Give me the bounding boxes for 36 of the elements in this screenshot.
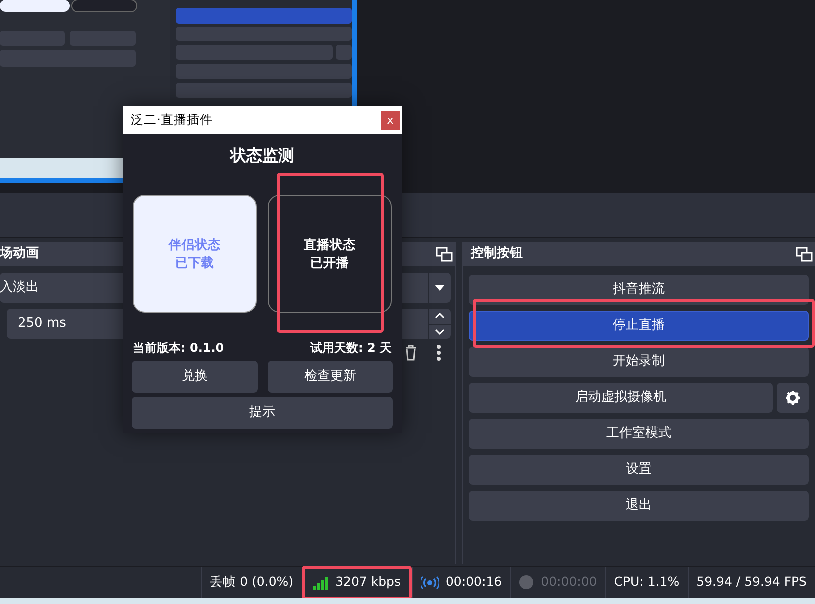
dialog-button[interactable]: 检查更新	[268, 361, 393, 393]
trial-days-text: 试用天数: 2 天	[310, 340, 392, 357]
dialog-title: 泛二·直播插件	[131, 110, 213, 129]
spin-down-icon	[435, 328, 445, 335]
control-button[interactable]: 退出	[469, 491, 809, 521]
signal-bars-icon	[312, 576, 329, 590]
record-dot-icon	[519, 575, 534, 590]
status-text: 已开播	[310, 254, 350, 272]
control-button[interactable]: 抖音推流	[469, 275, 809, 305]
status-text: CPU: 1.1%	[614, 573, 680, 592]
control-button[interactable]: 启动虚拟摄像机	[469, 383, 773, 413]
status-text: 伴侣状态	[169, 236, 221, 254]
dialog-heading: 状态监测	[228, 145, 296, 167]
status-text: 00:00:16	[446, 573, 502, 592]
settings-icon	[786, 391, 800, 405]
status-text: 3207 kbps	[336, 573, 401, 592]
broadcast-icon	[420, 576, 439, 590]
dropdown-arrow-icon	[435, 285, 445, 291]
control-button[interactable]: 停止直播	[469, 311, 809, 341]
dialog-button[interactable]: 兑换	[132, 361, 258, 393]
status-text: 已下载	[176, 254, 214, 272]
more-icon	[437, 345, 441, 361]
settings-button[interactable]	[777, 383, 809, 413]
close-button[interactable]: x	[381, 110, 400, 130]
version-text: 当前版本: 0.1.0	[133, 340, 224, 357]
status-text: 丢帧 0 (0.0%)	[210, 573, 294, 592]
spin-up-icon	[435, 313, 445, 320]
dock-title: 控制按钮	[471, 245, 523, 264]
dialog-button[interactable]: 提示	[132, 397, 393, 429]
control-button[interactable]: 开始录制	[469, 347, 809, 377]
status-text: 59.94 / 59.94 FPS	[696, 573, 807, 592]
status-text: 00:00:00	[541, 573, 598, 592]
trash-icon	[405, 345, 417, 361]
control-button[interactable]: 工作室模式	[469, 419, 809, 449]
control-button[interactable]: 设置	[469, 455, 809, 485]
status-text: 直播状态	[304, 236, 356, 254]
